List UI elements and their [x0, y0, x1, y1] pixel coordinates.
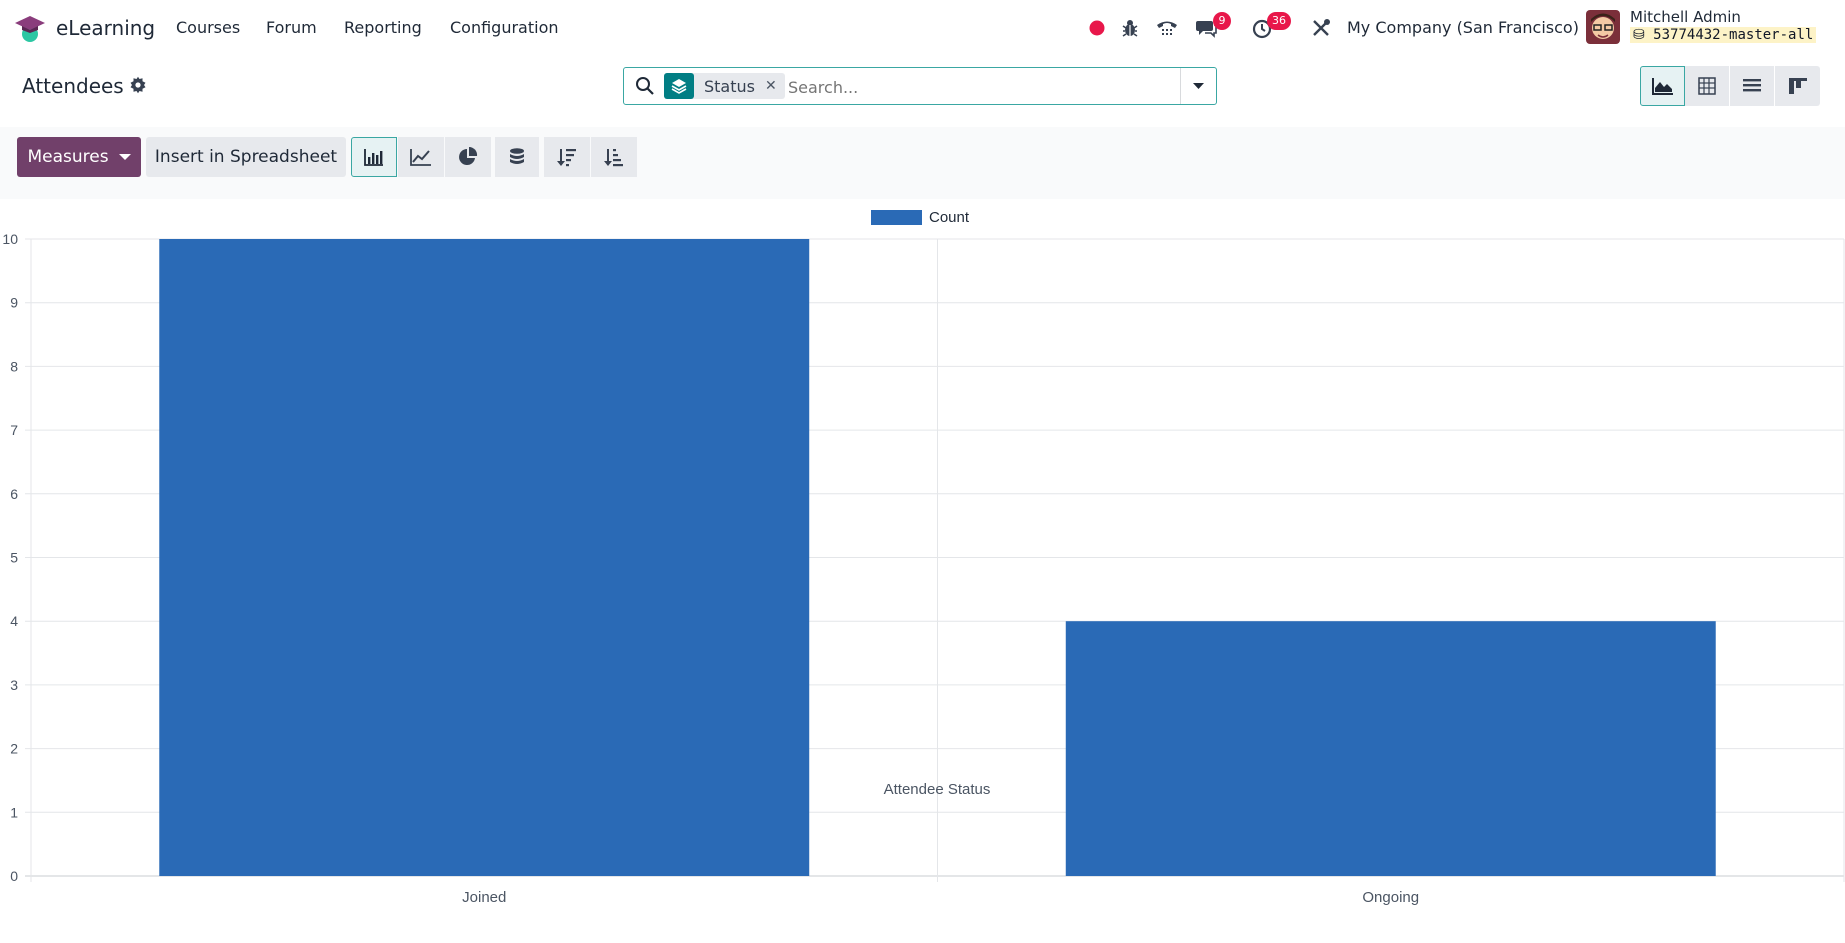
view-switcher	[1640, 66, 1820, 106]
pie-chart-icon	[459, 147, 478, 165]
sort-ascending-icon	[604, 149, 623, 167]
page-title: Attendees	[22, 74, 124, 98]
sort-ascending-button[interactable]	[591, 137, 637, 177]
bug-icon[interactable]	[1118, 16, 1142, 40]
bar-joined	[159, 239, 810, 876]
search-icon[interactable]	[635, 76, 655, 96]
chevron-down-icon	[1193, 83, 1204, 89]
graph-view-button[interactable]	[1640, 66, 1685, 106]
x-axis-title: Attendee Status	[884, 781, 991, 798]
messages-badge: 9	[1213, 12, 1231, 30]
gear-icon[interactable]	[129, 76, 147, 94]
control-panel: Attendees Status ✕	[0, 57, 1845, 128]
line-chart-button[interactable]	[398, 137, 444, 177]
bar-chart: 0 1 2 3 4 5 6 7 8 9 10 Joined Ongoing Count Attende…	[2, 209, 1845, 906]
top-navbar: eLearning Courses Forum Reporting Config…	[0, 0, 1845, 57]
bar-chart-button[interactable]	[351, 137, 397, 177]
menu-courses[interactable]: Courses	[176, 18, 240, 37]
measures-button[interactable]: Measures	[17, 137, 141, 177]
y-tick-label: 3	[10, 677, 18, 693]
company-switcher[interactable]: My Company (San Francisco)	[1347, 18, 1579, 37]
tools-icon[interactable]	[1309, 16, 1333, 40]
y-tick-label: 4	[10, 613, 18, 629]
y-tick-label: 0	[10, 868, 18, 884]
phone-icon[interactable]	[1155, 16, 1179, 40]
group-by-layers-icon	[664, 73, 694, 99]
database-stack-icon	[510, 148, 524, 164]
database-name: ⛁ 53774432-master-all	[1630, 27, 1817, 43]
y-tick-label: 2	[10, 741, 18, 757]
legend-label: Count	[929, 209, 970, 226]
y-tick-label: 5	[10, 550, 18, 566]
y-tick-label: 9	[10, 295, 18, 311]
x-tick-label: Ongoing	[1362, 889, 1419, 906]
bar-chart-icon	[364, 149, 383, 166]
x-tick-label: Joined	[462, 889, 506, 906]
menu-forum[interactable]: Forum	[266, 18, 317, 37]
y-tick-label: 1	[10, 804, 18, 820]
sort-descending-button[interactable]	[544, 137, 590, 177]
measures-label: Measures	[27, 147, 109, 167]
elearning-logo-icon[interactable]	[14, 14, 46, 42]
recording-dot-icon[interactable]	[1085, 16, 1109, 40]
facet-label: Status	[704, 76, 755, 96]
pie-chart-button[interactable]	[445, 137, 491, 177]
database-icon: ⛁	[1633, 27, 1645, 43]
bar-ongoing	[1065, 621, 1716, 876]
search-bar: Status ✕	[623, 67, 1217, 105]
y-tick-label: 6	[10, 486, 18, 502]
y-tick-label: 8	[10, 358, 18, 374]
list-icon	[1743, 79, 1761, 92]
kanban-icon	[1788, 78, 1807, 94]
y-axis-ticks: 0 1 2 3 4 5 6 7 8 9 10	[2, 231, 18, 884]
caret-down-icon	[118, 154, 131, 160]
table-grid-icon	[1698, 77, 1716, 95]
facet-remove-icon[interactable]: ✕	[763, 78, 785, 94]
y-tick-label: 10	[2, 231, 18, 247]
user-name[interactable]: Mitchell Admin	[1630, 8, 1741, 26]
stacked-button[interactable]	[495, 137, 539, 177]
chart-legend[interactable]: Count	[871, 209, 970, 226]
legend-swatch	[871, 210, 922, 225]
activities-badge: 36	[1267, 12, 1291, 30]
status-facet[interactable]: Status ✕	[664, 73, 785, 99]
pivot-view-button[interactable]	[1685, 66, 1730, 106]
user-avatar[interactable]	[1586, 10, 1620, 44]
database-label: 53774432-master-all	[1653, 27, 1814, 43]
menu-reporting[interactable]: Reporting	[344, 18, 422, 37]
menu-configuration[interactable]: Configuration	[450, 18, 559, 37]
kanban-view-button[interactable]	[1775, 66, 1820, 106]
graph-toolbar: Measures Insert in Spreadsheet	[0, 127, 1845, 199]
y-tick-label: 7	[10, 422, 18, 438]
search-input[interactable]	[786, 74, 1100, 100]
x-axis-tick-labels: Joined Ongoing	[462, 889, 1419, 906]
search-options-toggle[interactable]	[1180, 68, 1216, 104]
list-view-button[interactable]	[1730, 66, 1775, 106]
insert-in-spreadsheet-button[interactable]: Insert in Spreadsheet	[146, 137, 346, 177]
line-chart-icon	[410, 149, 431, 166]
area-chart-icon	[1651, 78, 1673, 95]
sort-descending-icon	[557, 149, 576, 167]
app-name[interactable]: eLearning	[56, 16, 155, 40]
